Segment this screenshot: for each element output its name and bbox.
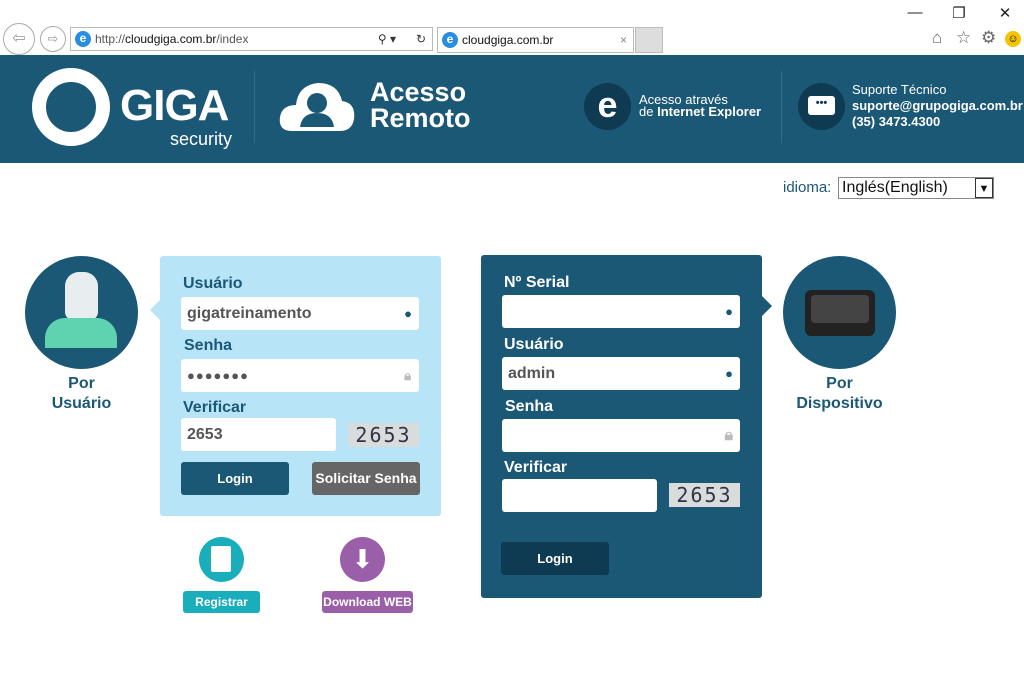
home-icon[interactable]: ⌂	[932, 28, 942, 48]
forward-button[interactable]: ⇨	[40, 26, 66, 52]
password-input[interactable]: ●●●●●●● 🔒︎	[181, 359, 419, 392]
serial-input[interactable]: ●	[502, 295, 740, 328]
giga-logo-icon	[32, 68, 110, 146]
language-select[interactable]: Inglés(English) ▼	[838, 177, 994, 199]
device-password-label: Senha	[505, 398, 554, 415]
user-icon: ●	[404, 306, 412, 321]
user-login-panel: Usuário gigatreinamento ● Senha ●●●●●●● 🔒︎…	[160, 256, 441, 516]
captcha-image: 2653	[348, 423, 419, 447]
download-icon[interactable]: ⬇	[340, 537, 385, 582]
device-captcha-image: 2653	[669, 483, 740, 507]
by-user-label: Por Usuário	[51, 375, 112, 412]
lock-icon: 🔒︎	[404, 368, 412, 383]
pointer-arrow	[150, 300, 160, 320]
verify-input[interactable]: 2653	[181, 418, 336, 451]
device-password-input[interactable]: 🔒︎	[502, 419, 740, 452]
address-bar[interactable]: e http://cloudgiga.com.br/index ⚲ ▾ ↻	[70, 27, 433, 51]
ie-icon: e	[442, 32, 458, 48]
login-button[interactable]: Login	[181, 462, 289, 495]
user-icon: ●	[725, 304, 733, 319]
refresh-icon[interactable]: ↻	[416, 28, 426, 50]
chat-icon: •••	[798, 83, 845, 130]
support-phone: (35) 3473.4300	[852, 114, 941, 129]
ie-icon: e	[75, 31, 91, 47]
brand-name: GIGA	[120, 81, 229, 130]
restore-button[interactable]: ❐	[947, 4, 971, 22]
device-login-panel: Nº Serial ● Usuário admin ● Senha 🔒︎ Veri…	[481, 255, 762, 598]
device-username-label: Usuário	[504, 336, 564, 353]
user-avatar-icon	[25, 256, 138, 369]
device-verify-label: Verificar	[504, 459, 568, 476]
new-tab-button[interactable]	[635, 27, 663, 53]
support-email[interactable]: suporte@grupogiga.com.br	[852, 98, 1023, 114]
favorites-icon[interactable]: ☆	[956, 28, 971, 48]
close-tab-icon[interactable]: ×	[620, 28, 627, 52]
chevron-down-icon[interactable]: ▼	[975, 178, 993, 198]
password-label: Senha	[184, 337, 233, 354]
cloud-user-icon	[279, 83, 355, 131]
serial-label: Nº Serial	[504, 274, 570, 291]
register-button[interactable]: Registrar	[183, 591, 260, 613]
language-label: idioma:	[783, 179, 832, 196]
settings-icon[interactable]: ⚙	[981, 28, 996, 48]
user-icon: ●	[725, 366, 733, 381]
site-header: GIGA security Acesso Remoto e Acesso atra…	[0, 55, 1024, 163]
device-verify-input[interactable]	[502, 479, 657, 512]
request-password-button[interactable]: Solicitar Senha	[312, 462, 420, 495]
page-title: Acesso Remoto	[370, 77, 471, 133]
divider	[781, 71, 782, 143]
internet-explorer-icon: e	[584, 83, 631, 130]
device-icon	[783, 256, 896, 369]
brand-sub: security	[170, 129, 233, 149]
device-username-input[interactable]: admin ●	[502, 357, 740, 390]
close-window-button[interactable]: ✕	[993, 4, 1017, 22]
device-login-button[interactable]: Login	[501, 542, 609, 575]
username-input[interactable]: gigatreinamento ●	[181, 297, 419, 330]
browser-tab[interactable]: e cloudgiga.com.br ×	[437, 27, 634, 53]
by-device-label: Por Dispositivo	[796, 375, 883, 412]
smiley-icon[interactable]: ☺	[1005, 31, 1021, 47]
back-button[interactable]: ⇦	[3, 23, 35, 55]
username-label: Usuário	[183, 275, 243, 292]
verify-label: Verificar	[183, 399, 247, 416]
download-web-button[interactable]: Download WEB	[322, 591, 413, 613]
register-icon[interactable]	[199, 537, 244, 582]
pointer-arrow	[762, 296, 772, 316]
ie-note: Acesso através de Internet Explorer	[639, 92, 762, 119]
minimize-button[interactable]: —	[903, 4, 927, 21]
search-icon[interactable]: ⚲ ▾	[378, 28, 396, 50]
lock-icon: 🔒︎	[724, 427, 733, 444]
support-info: Suporte Técnico suporte@grupogiga.com.br…	[852, 82, 1023, 129]
divider	[254, 71, 255, 143]
